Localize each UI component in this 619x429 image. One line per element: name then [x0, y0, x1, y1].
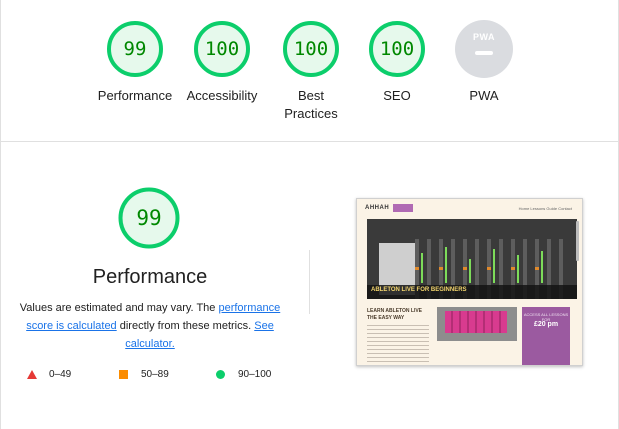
triangle-icon [27, 370, 37, 379]
gauge-score: 100 [204, 38, 240, 60]
thumb-subheading: LEARN ABLETON LIVE THE EASY WAY [367, 308, 423, 321]
pwa-dash [475, 51, 493, 55]
score-gauges: 99 Performance 100 Accessibility 100 Bes… [0, 0, 619, 140]
gauge-score: 100 [293, 38, 329, 60]
thumb-body-text [367, 325, 429, 365]
thumb-nav: Home Lessons Guide Contact [518, 206, 572, 211]
thumb-meter [469, 259, 471, 283]
gauge-label: Best Practices [284, 88, 338, 121]
square-icon [119, 370, 128, 379]
thumb-meter [493, 249, 495, 283]
thumb-knob [511, 267, 515, 270]
gauge-label: SEO [383, 88, 411, 103]
performance-title: Performance [92, 266, 208, 288]
gauge-label: Performance [97, 88, 173, 103]
pwa-icon: PWA [455, 20, 513, 78]
desc-prefix: Values are estimated and may vary. The [19, 302, 219, 314]
legend-pass-range: 90–100 [238, 369, 272, 380]
thumb-hero-title: ABLETON LIVE FOR BEGINNERS [371, 287, 467, 293]
performance-description: Values are estimated and may vary. The p… [18, 299, 282, 353]
gauge-ring: 100 [193, 20, 251, 78]
gauge-ring: 99 [106, 20, 164, 78]
gauge-score: 100 [379, 38, 415, 60]
vertical-separator [309, 250, 310, 314]
gauge-score: 99 [123, 38, 147, 60]
thumb-logo-tag [393, 204, 413, 212]
gauge-label: Accessibility [186, 88, 258, 103]
legend-average-range: 50–89 [141, 369, 169, 380]
thumb-knob [439, 267, 443, 270]
gauge-performance[interactable]: 99 Performance [90, 20, 180, 105]
gauge-label: PWA [469, 88, 499, 103]
gauge-accessibility[interactable]: 100 Accessibility [177, 20, 267, 105]
thumb-knob [487, 267, 491, 270]
thumb-promo-price: £20 pm [533, 321, 559, 328]
thumb-knob [463, 267, 467, 270]
thumb-meter [541, 251, 543, 283]
thumb-meter [445, 247, 447, 283]
performance-score: 99 [136, 206, 162, 230]
thumb-logo: AHHAH [365, 205, 390, 211]
circle-icon [216, 370, 225, 379]
legend-fail-range: 0–49 [49, 369, 72, 380]
score-legend: 0–49 50–89 90–100 [27, 368, 297, 382]
final-screenshot[interactable]: AHHAH Home Lessons Guide Contact ABLETON… [356, 198, 583, 366]
gauge-seo[interactable]: 100 SEO [352, 20, 442, 105]
thumb-scrollbar [576, 221, 579, 261]
thumb-meter [517, 255, 519, 283]
gauge-best-practices[interactable]: 100 Best Practices [266, 20, 356, 123]
thumb-meter [421, 253, 423, 283]
section-divider [0, 141, 619, 142]
gauge-pwa[interactable]: PWA PWA [439, 20, 529, 105]
pwa-badge-text: PWA [472, 32, 495, 42]
thumb-mini-clips [445, 311, 507, 333]
desc-middle: directly from these metrics. [116, 320, 255, 332]
thumb-knob [415, 267, 419, 270]
thumb-knob [535, 267, 539, 270]
gauge-ring: 100 [282, 20, 340, 78]
gauge-ring: 100 [368, 20, 426, 78]
